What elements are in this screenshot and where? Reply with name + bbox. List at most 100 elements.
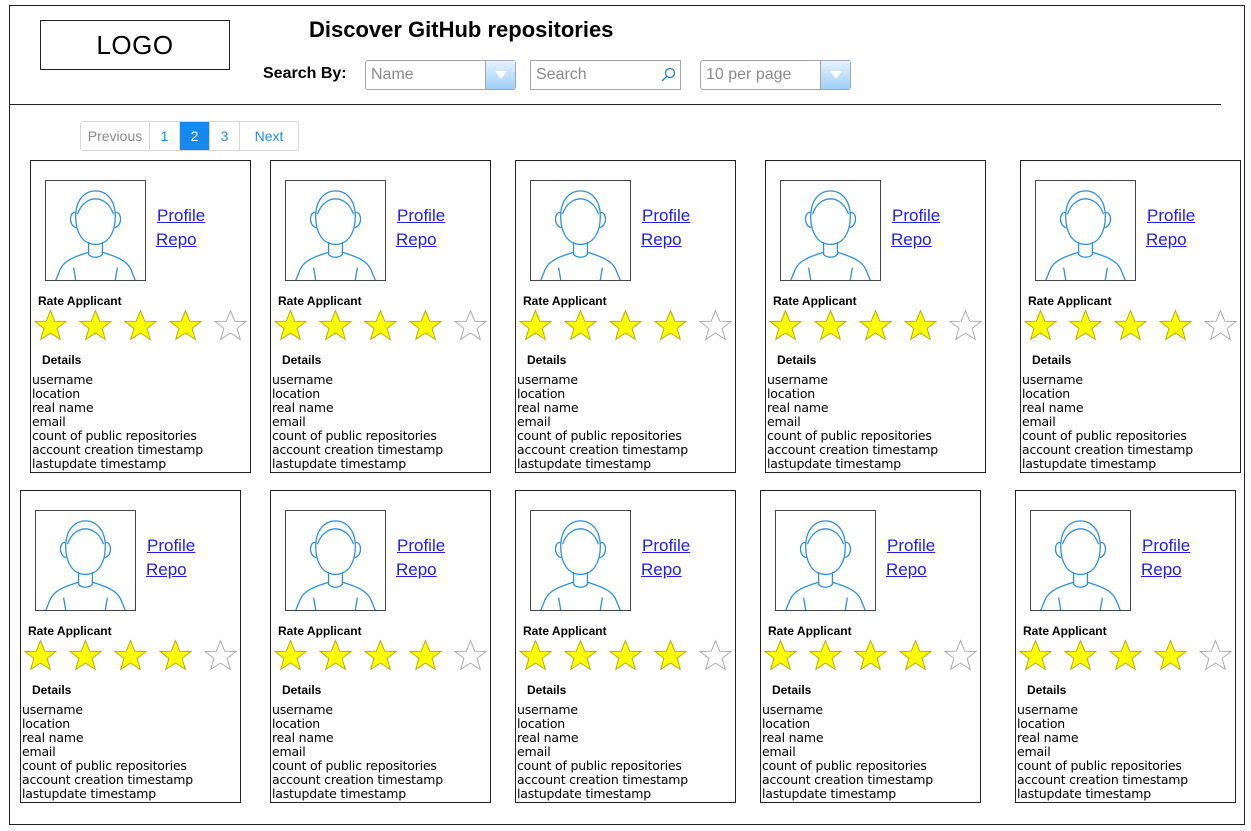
star-filled-icon[interactable] (653, 309, 699, 341)
repo-link[interactable]: Repo (396, 560, 437, 580)
star-rating[interactable] (763, 639, 989, 671)
detail-field: username (22, 702, 83, 717)
repo-link[interactable]: Repo (396, 230, 437, 250)
pagination-next[interactable]: Next (240, 122, 298, 150)
profile-link[interactable]: Profile (397, 206, 445, 226)
star-filled-icon[interactable] (273, 639, 319, 671)
star-filled-icon[interactable] (1018, 639, 1064, 671)
star-filled-icon[interactable] (608, 309, 654, 341)
star-filled-icon[interactable] (68, 639, 114, 671)
search-input[interactable] (531, 65, 656, 85)
star-filled-icon[interactable] (318, 639, 364, 671)
logo: LOGO (40, 20, 230, 70)
star-empty-icon[interactable] (453, 309, 499, 341)
star-filled-icon[interactable] (1023, 309, 1069, 341)
star-filled-icon[interactable] (853, 639, 899, 671)
detail-field: username (1017, 702, 1078, 717)
star-filled-icon[interactable] (1108, 639, 1154, 671)
star-filled-icon[interactable] (1153, 639, 1199, 671)
star-filled-icon[interactable] (78, 309, 124, 341)
star-rating[interactable] (273, 309, 499, 341)
star-filled-icon[interactable] (608, 639, 654, 671)
search-box[interactable] (530, 60, 681, 90)
details-list: username location real name email count of p… (767, 373, 938, 471)
star-rating[interactable] (33, 309, 259, 341)
star-rating[interactable] (518, 639, 744, 671)
star-rating[interactable] (1018, 639, 1244, 671)
star-filled-icon[interactable] (318, 309, 364, 341)
star-filled-icon[interactable] (518, 309, 564, 341)
star-filled-icon[interactable] (763, 639, 809, 671)
detail-field: location (517, 386, 565, 401)
star-filled-icon[interactable] (1063, 639, 1109, 671)
star-filled-icon[interactable] (158, 639, 204, 671)
star-filled-icon[interactable] (563, 639, 609, 671)
star-filled-icon[interactable] (273, 309, 319, 341)
profile-link[interactable]: Profile (147, 536, 195, 556)
profile-link[interactable]: Profile (397, 536, 445, 556)
star-empty-icon[interactable] (698, 309, 744, 341)
detail-field: lastupdate timestamp (762, 786, 896, 801)
star-filled-icon[interactable] (113, 639, 159, 671)
repo-link[interactable]: Repo (641, 560, 682, 580)
star-filled-icon[interactable] (813, 309, 859, 341)
star-filled-icon[interactable] (408, 309, 454, 341)
repo-link[interactable]: Repo (156, 230, 197, 250)
star-filled-icon[interactable] (563, 309, 609, 341)
star-empty-icon[interactable] (1198, 639, 1244, 671)
repo-link[interactable]: Repo (1141, 560, 1182, 580)
per-page-select[interactable]: 10 per page (700, 60, 851, 90)
star-filled-icon[interactable] (518, 639, 564, 671)
chevron-down-icon[interactable] (820, 61, 850, 89)
star-rating[interactable] (518, 309, 744, 341)
profile-link[interactable]: Profile (642, 206, 690, 226)
profile-link[interactable]: Profile (892, 206, 940, 226)
star-rating[interactable] (1023, 309, 1249, 341)
star-filled-icon[interactable] (408, 639, 454, 671)
pagination-page-3[interactable]: 3 (210, 122, 240, 150)
detail-field: email (32, 414, 66, 429)
star-filled-icon[interactable] (653, 639, 699, 671)
star-filled-icon[interactable] (33, 309, 79, 341)
pagination-previous[interactable]: Previous (81, 122, 150, 150)
star-empty-icon[interactable] (943, 639, 989, 671)
star-filled-icon[interactable] (1158, 309, 1204, 341)
search-icon[interactable] (656, 67, 680, 83)
profile-link[interactable]: Profile (642, 536, 690, 556)
profile-link[interactable]: Profile (1147, 206, 1195, 226)
repo-link[interactable]: Repo (146, 560, 187, 580)
star-empty-icon[interactable] (948, 309, 994, 341)
star-filled-icon[interactable] (363, 639, 409, 671)
repo-link[interactable]: Repo (891, 230, 932, 250)
star-filled-icon[interactable] (123, 309, 169, 341)
detail-field: location (1022, 386, 1070, 401)
star-filled-icon[interactable] (23, 639, 69, 671)
star-empty-icon[interactable] (213, 309, 259, 341)
chevron-down-icon[interactable] (485, 61, 515, 89)
star-rating[interactable] (768, 309, 994, 341)
star-filled-icon[interactable] (363, 309, 409, 341)
pagination-page-1[interactable]: 1 (150, 122, 180, 150)
star-filled-icon[interactable] (1113, 309, 1159, 341)
star-empty-icon[interactable] (698, 639, 744, 671)
pagination-page-2[interactable]: 2 (180, 122, 210, 150)
star-filled-icon[interactable] (768, 309, 814, 341)
star-empty-icon[interactable] (1203, 309, 1249, 341)
profile-link[interactable]: Profile (887, 536, 935, 556)
star-empty-icon[interactable] (453, 639, 499, 671)
profile-link[interactable]: Profile (157, 206, 205, 226)
star-rating[interactable] (23, 639, 249, 671)
star-filled-icon[interactable] (903, 309, 949, 341)
star-filled-icon[interactable] (858, 309, 904, 341)
profile-link[interactable]: Profile (1142, 536, 1190, 556)
repo-link[interactable]: Repo (886, 560, 927, 580)
star-rating[interactable] (273, 639, 499, 671)
star-empty-icon[interactable] (203, 639, 249, 671)
repo-link[interactable]: Repo (1146, 230, 1187, 250)
search-field-select[interactable]: Name (365, 60, 516, 90)
repo-link[interactable]: Repo (641, 230, 682, 250)
star-filled-icon[interactable] (168, 309, 214, 341)
star-filled-icon[interactable] (898, 639, 944, 671)
star-filled-icon[interactable] (1068, 309, 1114, 341)
star-filled-icon[interactable] (808, 639, 854, 671)
